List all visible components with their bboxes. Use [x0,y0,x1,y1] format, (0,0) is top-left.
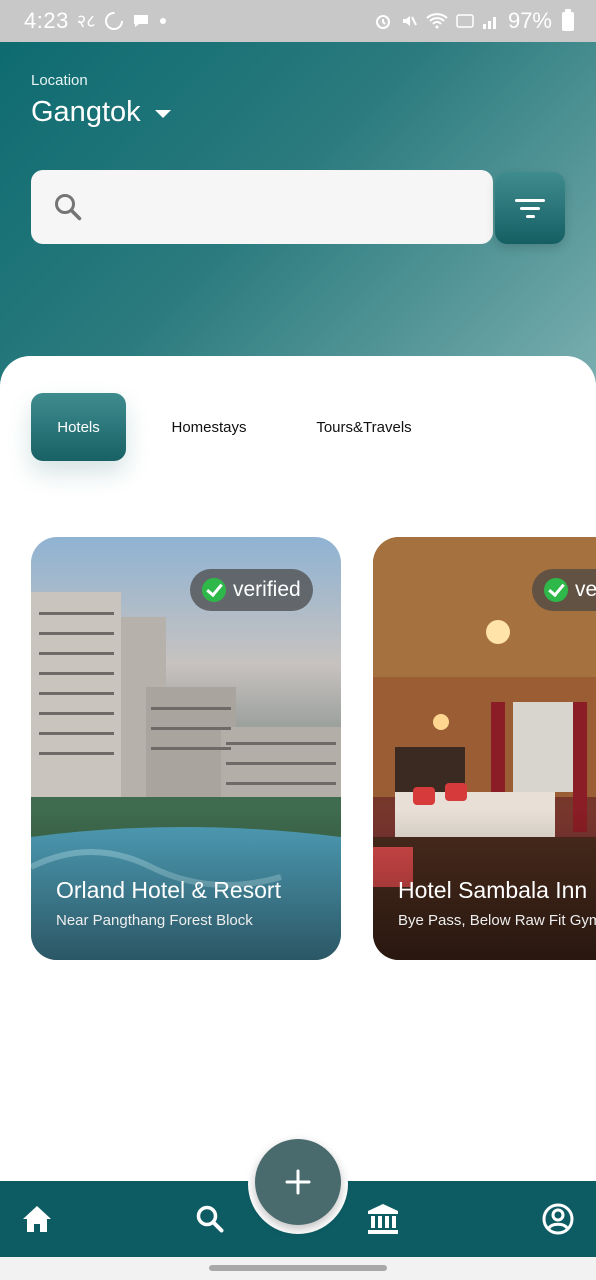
tab-hotels[interactable]: Hotels [31,393,126,461]
location-caption: Location [31,72,88,89]
filter-line-icon [515,198,545,202]
listing-carousel[interactable]: verified Orland Hotel & Resort Near Pang… [0,537,596,960]
nav-search[interactable] [175,1181,245,1257]
mute-icon [402,16,417,26]
listing-address: Near Pangthang Forest Block [56,912,253,929]
nav-account[interactable] [523,1181,593,1257]
search-box[interactable] [31,170,493,244]
battery-percentage: 97% [507,8,552,33]
content-sheet: Hotels Homestays Tours&Travels verified … [0,356,596,960]
search-icon [196,1205,224,1233]
location-selector[interactable]: Gangtok [31,96,171,129]
check-icon [202,578,226,602]
plus-icon [285,1169,311,1195]
status-time: 4:23 [24,8,69,33]
volte-icon [456,14,474,28]
tab-homestays[interactable]: Homestays [159,393,259,461]
battery-icon [562,8,574,31]
listing-address: Bye Pass, Below Raw Fit Gym [398,912,596,929]
filter-line-icon [525,214,535,218]
add-listing-button[interactable] [255,1139,341,1225]
search-input[interactable] [97,196,457,218]
account-icon [542,1203,574,1235]
listing-title: Hotel Sambala Inn [398,877,588,903]
dot-icon [159,18,166,24]
status-right: 97% [374,8,574,34]
tab-tours-travels[interactable]: Tours&Travels [309,393,419,461]
listing-title: Orland Hotel & Resort [56,877,281,903]
loading-ring-icon [104,12,123,30]
filter-button[interactable] [495,172,565,244]
status-left: 4:23 २८ [24,8,168,34]
location-value: Gangtok [31,96,141,128]
institution-icon [368,1204,398,1234]
header: Location Gangtok [0,42,596,402]
alarm-icon [375,15,390,29]
filter-line-icon [520,206,540,210]
signal-icon [482,17,496,29]
nav-home[interactable] [2,1181,72,1257]
category-tabs: Hotels Homestays Tours&Travels [31,393,571,461]
carrier-glyph: २८ [76,11,96,31]
search-icon [55,194,82,221]
verified-label: verified [233,578,301,601]
caret-down-icon [154,110,171,118]
home-icon [23,1206,51,1232]
listing-card[interactable]: verified Orland Hotel & Resort Near Pang… [31,537,341,960]
verified-badge: verified [190,569,313,611]
chat-bubble-icon [133,15,148,27]
gesture-bar[interactable] [209,1265,387,1271]
verified-badge: verified [532,569,596,611]
status-bar: 4:23 २८ 97% [0,0,596,42]
verified-label: verified [575,578,596,601]
listing-card[interactable]: verified Hotel Sambala Inn Bye Pass, Bel… [373,537,596,960]
nav-institution[interactable] [348,1181,418,1257]
wifi-icon [426,13,448,29]
check-icon [544,578,568,602]
